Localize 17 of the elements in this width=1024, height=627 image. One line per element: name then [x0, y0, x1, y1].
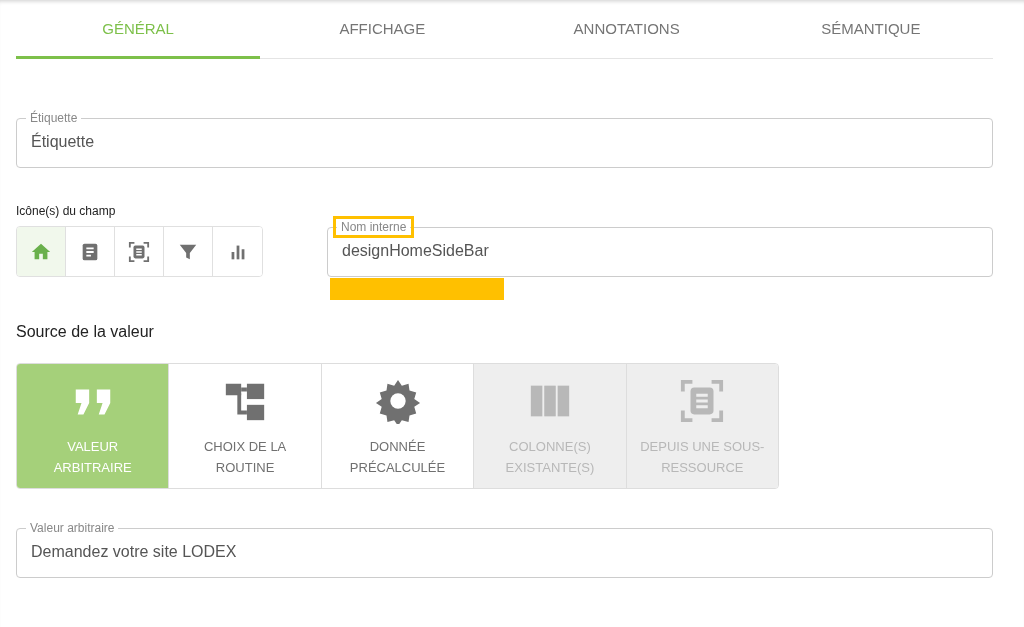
field-value: Demandez votre site LODEX	[31, 542, 238, 562]
field-label: Étiquette	[29, 111, 79, 125]
tab[interactable]: ANNOTATIONS	[504, 0, 749, 59]
icon-toggle-group[interactable]	[16, 226, 263, 277]
tab[interactable]: AFFICHAGE	[260, 0, 505, 59]
field-label: Valeur arbitraire	[29, 521, 116, 535]
framed-document-icon	[679, 378, 726, 424]
field-value: designHomeSideBar	[342, 241, 490, 261]
section-title: Source de la valeur	[16, 323, 155, 341]
field-value: Étiquette	[31, 131, 96, 152]
picker-label: Icône(s) du champ	[16, 204, 117, 218]
framed-document-icon	[128, 240, 150, 263]
icon-toggle-button[interactable]	[17, 227, 66, 276]
tab[interactable]: SÉMANTIQUE	[748, 0, 993, 59]
gear-icon	[374, 378, 421, 424]
text-field[interactable]: Valeur arbitraire Demandez votre site LODEX	[16, 521, 993, 578]
text-field[interactable]: Étiquette Étiquette	[16, 111, 993, 168]
